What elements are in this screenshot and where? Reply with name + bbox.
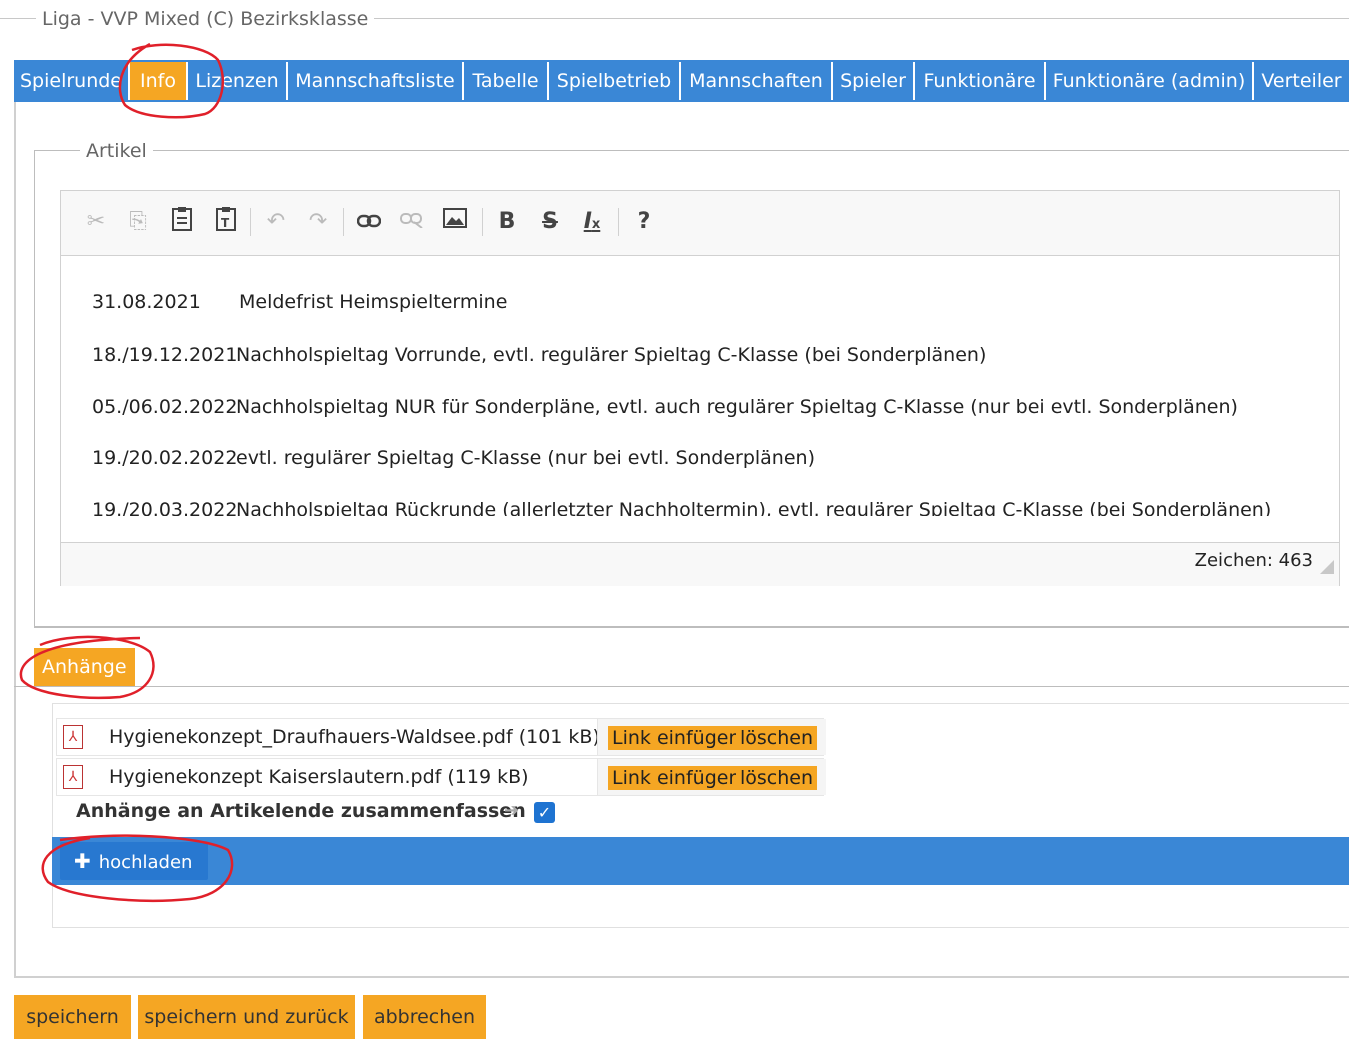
- redo-icon[interactable]: ↷: [304, 206, 332, 238]
- article-line[interactable]: 18./19.12.2021Nachholspieltag Vorrunde, …: [92, 344, 986, 366]
- tab-mannschaften[interactable]: Mannschaften: [681, 62, 833, 100]
- tab-spielbetrieb[interactable]: Spielbetrieb: [549, 62, 681, 100]
- paste-icon[interactable]: [168, 206, 196, 238]
- article-line[interactable]: 31.08.2021 Meldefrist Heimspieltermine: [92, 291, 507, 313]
- merge-attachments-label: Anhänge an Artikelende zusammenfassen: [76, 800, 526, 822]
- paste-text-icon[interactable]: T: [212, 206, 240, 238]
- toolbar-separator: [343, 208, 344, 236]
- article-line[interactable]: 05./06.02.2022Nachholspieltag NUR für So…: [92, 396, 1238, 418]
- bold-icon[interactable]: B: [493, 206, 521, 238]
- cancel-button[interactable]: abbrechen: [363, 995, 486, 1039]
- article-line-date: 19./20.02.2022: [92, 447, 238, 469]
- article-line-text: evtl. regulärer Spieltag C-Klasse (nur b…: [236, 447, 815, 469]
- article-line-date: 18./19.12.2021: [92, 344, 238, 366]
- arrow-right-icon: ➔: [504, 800, 520, 821]
- article-line[interactable]: 19./20.03.2022Nachholspieltag Rückrunde …: [92, 499, 1271, 516]
- save-button[interactable]: speichern: [14, 995, 131, 1039]
- article-line-text: Meldefrist Heimspieltermine: [239, 291, 508, 313]
- tab-funktionaere-admin[interactable]: Funktionäre (admin): [1046, 62, 1254, 100]
- attachment-actions: Link einfügen löschen: [597, 719, 826, 755]
- attachments-border: [14, 686, 1349, 687]
- tab-mannschaftsliste[interactable]: Mannschaftsliste: [288, 62, 464, 100]
- undo-icon[interactable]: ↶: [262, 206, 290, 238]
- save-and-back-button[interactable]: speichern und zurück: [138, 995, 355, 1039]
- merge-attachments-checkbox[interactable]: ✓: [534, 802, 555, 823]
- tab-tabelle[interactable]: Tabelle: [464, 62, 549, 100]
- article-line-date: 19./20.03.2022: [92, 499, 238, 516]
- artikel-legend: Artikel: [80, 140, 153, 162]
- link-icon[interactable]: [355, 206, 383, 238]
- image-icon[interactable]: [441, 206, 469, 238]
- attachment-filename[interactable]: Hygienekonzept Kaiserslautern.pdf (119 k…: [109, 766, 529, 788]
- article-line-date: 05./06.02.2022: [92, 396, 238, 418]
- upload-bar: [52, 837, 1349, 885]
- tab-verteiler[interactable]: Verteiler: [1254, 62, 1349, 100]
- upload-button-label: hochladen: [98, 852, 193, 873]
- tab-anhaenge[interactable]: Anhänge: [34, 648, 135, 686]
- editor-scroll-clip: 19./20.03.2022Nachholspieltag Rückrunde …: [61, 490, 1339, 516]
- toolbar-separator: [250, 208, 251, 236]
- editor-footer: [61, 542, 1339, 586]
- article-line-text: Nachholspieltag NUR für Sonderpläne, evt…: [236, 396, 1238, 418]
- editor-toolbar: [61, 191, 1339, 256]
- tab-spielrunde[interactable]: Spielrunde: [14, 62, 130, 100]
- strike-icon[interactable]: S: [536, 206, 564, 238]
- svg-text:T: T: [221, 216, 230, 230]
- article-line-text: Nachholspieltag Rückrunde (allerletzter …: [236, 499, 1272, 516]
- article-line[interactable]: 19./20.02.2022evtl. regulärer Spieltag C…: [92, 447, 815, 469]
- article-line-text: Nachholspieltag Vorrunde, evtl. reguläre…: [236, 344, 987, 366]
- copy-icon[interactable]: ⎘: [124, 206, 152, 238]
- insert-link-button[interactable]: Link einfügen: [608, 766, 745, 790]
- attachment-actions: Link einfügen löschen: [597, 759, 826, 795]
- toolbar-separator: [482, 208, 483, 236]
- upload-button[interactable]: ✚ hochladen: [60, 842, 208, 880]
- article-line-date: 31.08.2021: [92, 291, 201, 313]
- attachment-row: ⅄ Hygienekonzept_Draufhauers-Waldsee.pdf…: [56, 718, 826, 756]
- artikel-fieldset-border: [34, 150, 1349, 151]
- attachment-row: ⅄ Hygienekonzept Kaiserslautern.pdf (119…: [56, 758, 826, 796]
- char-count: Zeichen: 463: [1194, 550, 1313, 571]
- tab-funktionaere[interactable]: Funktionäre: [915, 62, 1046, 100]
- resize-handle-icon[interactable]: [1320, 560, 1334, 574]
- delete-attachment-button[interactable]: löschen: [736, 766, 818, 790]
- tab-info[interactable]: Info: [130, 62, 188, 100]
- fieldset-title: Liga - VVP Mixed (C) Bezirksklasse: [36, 8, 375, 30]
- unlink-icon[interactable]: [398, 206, 426, 238]
- delete-attachment-button[interactable]: löschen: [736, 726, 818, 750]
- cut-icon[interactable]: ✂: [82, 206, 110, 238]
- tab-lizenzen[interactable]: Lizenzen: [188, 62, 288, 100]
- tab-spieler[interactable]: Spieler: [833, 62, 915, 100]
- attachment-filename[interactable]: Hygienekonzept_Draufhauers-Waldsee.pdf (…: [109, 726, 600, 748]
- toolbar-separator: [618, 208, 619, 236]
- plus-icon: ✚: [74, 849, 91, 873]
- insert-link-button[interactable]: Link einfügen: [608, 726, 745, 750]
- clear-format-icon[interactable]: Ix: [578, 206, 606, 238]
- pdf-icon: ⅄: [63, 725, 83, 749]
- help-icon[interactable]: ?: [630, 206, 658, 238]
- pdf-icon: ⅄: [63, 765, 83, 789]
